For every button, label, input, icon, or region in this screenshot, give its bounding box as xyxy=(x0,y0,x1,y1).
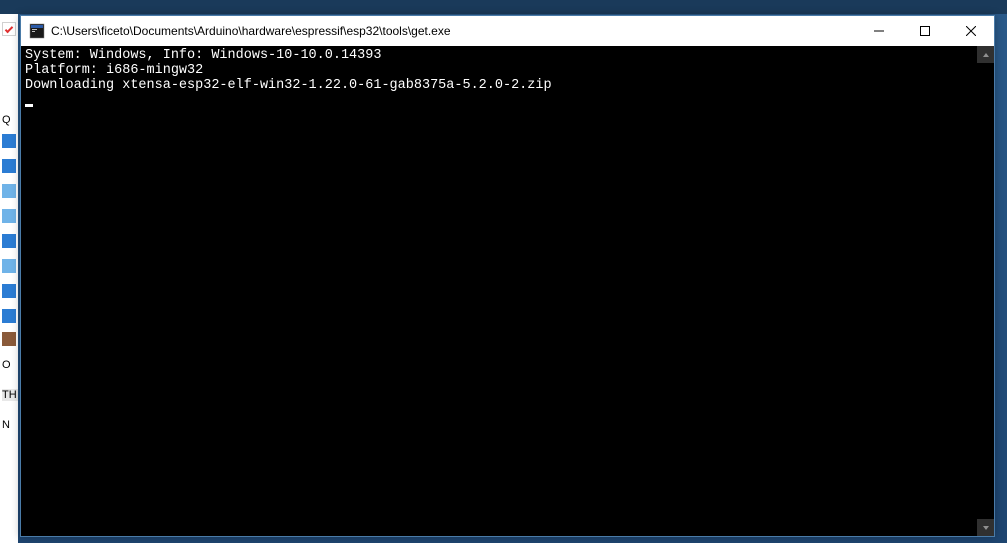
scroll-down-button[interactable] xyxy=(977,519,994,536)
console-cursor xyxy=(25,104,33,107)
bg-icon xyxy=(2,22,16,36)
window-title: C:\Users\ficeto\Documents\Arduino\hardwa… xyxy=(51,24,856,38)
window-controls xyxy=(856,16,994,46)
background-sidebar: Q O TH N xyxy=(0,14,18,543)
bg-label-n: N xyxy=(2,419,10,431)
titlebar[interactable]: C:\Users\ficeto\Documents\Arduino\hardwa… xyxy=(21,16,994,46)
scroll-up-button[interactable] xyxy=(977,46,994,63)
console-area[interactable]: System: Windows, Info: Windows-10-10.0.1… xyxy=(21,46,994,536)
bg-icon xyxy=(2,309,16,323)
bg-label-q: Q xyxy=(2,114,11,126)
console-line: Downloading xtensa-esp32-elf-win32-1.22.… xyxy=(25,78,552,93)
maximize-button[interactable] xyxy=(902,16,948,46)
console-window: C:\Users\ficeto\Documents\Arduino\hardwa… xyxy=(20,15,995,537)
console-line: System: Windows, Info: Windows-10-10.0.1… xyxy=(25,48,381,63)
app-icon xyxy=(29,23,45,39)
bg-icon xyxy=(2,259,16,273)
bg-icon xyxy=(2,209,16,223)
scroll-track[interactable] xyxy=(977,63,994,519)
bg-icon xyxy=(2,184,16,198)
background-header xyxy=(0,0,1007,14)
vertical-scrollbar[interactable] xyxy=(977,46,994,536)
bg-icon xyxy=(2,134,16,148)
console-line: Platform: i686-mingw32 xyxy=(25,63,203,78)
bg-icon xyxy=(2,284,16,298)
bg-icon xyxy=(2,159,16,173)
bg-icon xyxy=(2,234,16,248)
bg-label-o: O xyxy=(2,359,11,371)
minimize-button[interactable] xyxy=(856,16,902,46)
bg-icon xyxy=(2,332,16,346)
console-output: System: Windows, Info: Windows-10-10.0.1… xyxy=(21,46,977,536)
bg-label-th: TH xyxy=(2,389,18,401)
close-button[interactable] xyxy=(948,16,994,46)
